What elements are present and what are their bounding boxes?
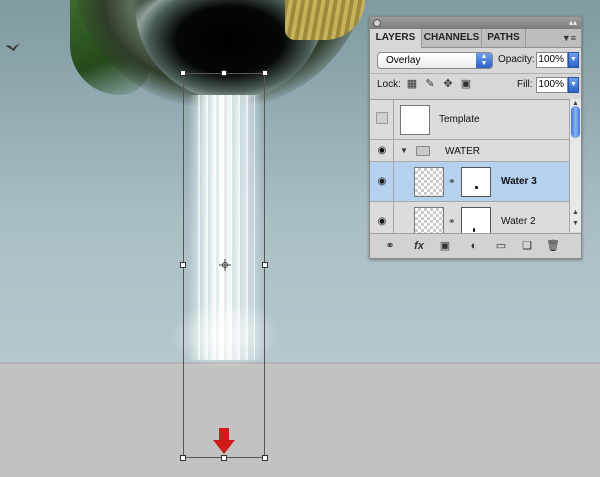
lock-row: Lock: ▦ ✎ ✥ ▣ Fill: 100% ▼ [370, 73, 581, 96]
chain-link-icon[interactable]: ⚭ [448, 176, 456, 187]
tab-channels[interactable]: CHANNELS [422, 29, 482, 47]
visibility-cell[interactable]: ◉ [370, 140, 394, 161]
layer-row-water-2[interactable]: ◉ ⚭ Water 2 [370, 202, 569, 233]
layer-name: Water 3 [501, 176, 537, 187]
lock-paint-brush-icon[interactable]: ✎ [424, 78, 436, 90]
scroll-up-icon[interactable]: ▲ [571, 209, 580, 217]
new-layer-icon[interactable]: ❏ [520, 239, 534, 253]
panel-tabs: LAYERS CHANNELS PATHS ▼≡ [370, 29, 581, 48]
visibility-cell[interactable] [370, 100, 394, 139]
transform-handle-middle-left[interactable] [180, 262, 186, 268]
transform-handle-top-center[interactable] [221, 70, 227, 76]
panel-footer: ⚭ fx ▣ ◐ ▭ ❏ 🗑 [370, 233, 581, 258]
tab-paths[interactable]: PATHS [482, 29, 526, 47]
transform-handle-top-right[interactable] [262, 70, 268, 76]
layer-mask-thumbnail[interactable] [461, 207, 491, 233]
panel-title-bar[interactable]: ▴▴ [370, 17, 581, 29]
fill-label: Fill: [517, 79, 533, 90]
close-icon[interactable] [373, 19, 381, 27]
lock-move-icon[interactable]: ✥ [442, 78, 454, 90]
canvas-floor [0, 362, 600, 477]
panel-menu-icon[interactable]: ▼≡ [562, 33, 576, 43]
lock-all-icon[interactable]: ▣ [460, 78, 472, 90]
fill-dropdown[interactable]: ▼ [568, 77, 579, 93]
chevron-updown-icon: ▲ ▼ [476, 53, 492, 68]
visibility-cell[interactable]: ◉ [370, 202, 394, 233]
transform-handle-bottom-right[interactable] [262, 455, 268, 461]
layer-thumbnail [400, 105, 430, 135]
bird-icon [6, 44, 20, 51]
layer-row-water-3[interactable]: ◉ ⚭ Water 3 [370, 162, 569, 202]
scroll-down-icon[interactable]: ▼ [571, 220, 580, 228]
expand-triangle-icon[interactable]: ▼ [400, 146, 408, 155]
layer-name: Water 2 [501, 216, 536, 227]
lock-transparency-icon[interactable]: ▦ [406, 78, 418, 90]
blend-mode-select[interactable]: Overlay ▲ ▼ [377, 52, 493, 69]
eye-icon[interactable]: ◉ [375, 216, 389, 227]
layer-group-water[interactable]: ◉ ▼ WATER [370, 140, 569, 162]
chain-link-icon[interactable]: ⚭ [448, 216, 456, 227]
trash-icon[interactable]: 🗑 [546, 239, 560, 253]
layer-mask-thumbnail[interactable] [461, 167, 491, 197]
layer-name: Template [439, 114, 480, 125]
visibility-off-icon[interactable] [376, 112, 388, 124]
scroll-thumb[interactable] [571, 106, 580, 138]
crosshair-icon[interactable] [219, 259, 231, 271]
lock-label: Lock: [377, 79, 401, 90]
collapse-icon[interactable]: ▴▴ [569, 19, 577, 27]
eye-icon[interactable]: ◉ [375, 145, 389, 156]
adjustment-layer-icon[interactable]: ◐ [466, 239, 482, 253]
eye-icon[interactable]: ◉ [375, 176, 389, 187]
transform-handle-bottom-center[interactable] [221, 455, 227, 461]
down-arrow-icon [213, 428, 235, 454]
layers-scrollbar[interactable]: ▲ ▲ ▼ [569, 99, 581, 232]
transform-handle-middle-right[interactable] [262, 262, 268, 268]
blend-row: Overlay ▲ ▼ Opacity: 100% ▼ [370, 48, 581, 73]
new-group-icon[interactable]: ▭ [494, 239, 508, 253]
layer-thumbnail [414, 207, 444, 233]
visibility-cell[interactable]: ◉ [370, 162, 394, 201]
opacity-field[interactable]: 100% [536, 52, 568, 68]
tab-layers[interactable]: LAYERS [370, 29, 422, 48]
folder-icon [416, 146, 430, 156]
layer-thumbnail [414, 167, 444, 197]
link-layers-icon[interactable]: ⚭ [382, 239, 398, 253]
opacity-label: Opacity: [498, 54, 535, 65]
layers-list: Template ◉ ▼ WATER ◉ ⚭ Water 3 ◉ ⚭ Water… [370, 99, 569, 233]
blend-mode-value: Overlay [386, 55, 421, 66]
group-name: WATER [445, 146, 480, 157]
fill-field[interactable]: 100% [536, 77, 568, 93]
layer-row-template[interactable]: Template [370, 100, 569, 140]
layers-panel: ▴▴ LAYERS CHANNELS PATHS ▼≡ Overlay ▲ ▼ O… [369, 16, 582, 259]
opacity-dropdown[interactable]: ▼ [568, 52, 579, 68]
transform-handle-top-left[interactable] [180, 70, 186, 76]
transform-handle-bottom-left[interactable] [180, 455, 186, 461]
fx-icon[interactable]: fx [410, 239, 428, 253]
add-mask-icon[interactable]: ▣ [438, 239, 452, 253]
